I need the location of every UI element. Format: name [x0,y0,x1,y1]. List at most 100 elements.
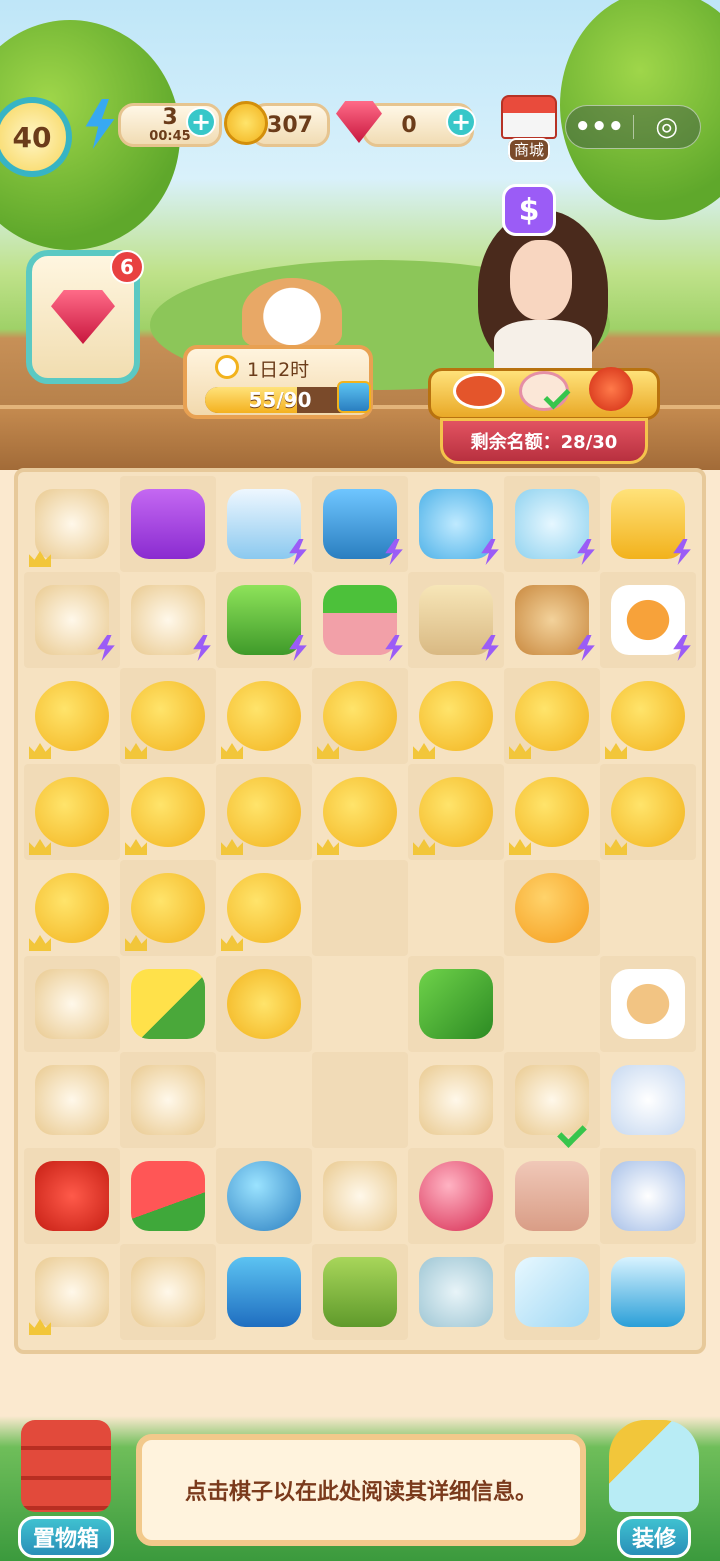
steamed-bun-icon [131,1065,205,1135]
board-cell[interactable] [312,764,408,860]
board-cell[interactable] [504,1052,600,1148]
board-cell[interactable] [120,1244,216,1340]
board-cell[interactable] [408,956,504,1052]
max-level-crown-icon [29,1319,51,1335]
purple-chest-icon [131,489,205,559]
board-cell[interactable] [504,860,600,956]
add-gems-button[interactable]: + [446,107,476,137]
coin-stack-icon [509,777,589,855]
board-cell[interactable] [24,476,120,572]
coin-stack-icon [29,777,109,855]
board-cell[interactable] [24,1244,120,1340]
board-cell[interactable] [216,956,312,1052]
board-cell[interactable] [216,668,312,764]
storage-basket-icon [21,1420,111,1512]
board-cell[interactable] [408,668,504,764]
max-level-crown-icon [413,839,435,855]
energy-bolt-icon [673,635,691,661]
board-cell[interactable] [504,572,600,668]
board-cell[interactable] [120,1148,216,1244]
green-pitcher-icon [323,1257,397,1327]
board-cell[interactable] [312,1052,408,1148]
board-cell[interactable] [600,956,696,1052]
board-cell[interactable] [312,1244,408,1340]
board-cell[interactable] [408,1052,504,1148]
board-cell[interactable] [120,956,216,1052]
energy-bolt-icon [481,539,499,565]
max-level-crown-icon [317,743,339,759]
board-cell[interactable] [216,1148,312,1244]
board-cell[interactable] [216,476,312,572]
energy-bolt-icon [385,635,403,661]
board-cell[interactable] [408,764,504,860]
max-level-crown-icon [29,935,51,951]
board-cell[interactable] [216,1052,312,1148]
board-cell[interactable] [408,572,504,668]
board-cell[interactable] [312,476,408,572]
alarm-clock-icon [215,355,239,379]
board-cell[interactable] [216,764,312,860]
board-cell[interactable] [504,668,600,764]
clay-pot-icon [515,585,595,661]
board-cell[interactable] [24,860,120,956]
order-tray[interactable] [428,367,660,420]
storage-button[interactable]: 置物箱 [8,1420,124,1558]
board-cell[interactable] [600,572,696,668]
blue-orb-icon [227,1161,301,1231]
board-cell[interactable] [312,572,408,668]
board-cell[interactable] [600,860,696,956]
board-cell[interactable] [408,476,504,572]
board-cell[interactable] [120,764,216,860]
board-cell[interactable] [600,1244,696,1340]
coin-stack-icon [125,681,205,759]
board-cell[interactable] [120,1052,216,1148]
close-miniapp-button[interactable]: ◎ [634,112,701,142]
board-cell[interactable] [24,1052,120,1148]
board-cell[interactable] [504,956,600,1052]
board-cell[interactable] [24,764,120,860]
coin-stack-icon [29,873,109,951]
board-cell[interactable] [216,1244,312,1340]
coin-stack-icon [29,681,109,759]
decorate-button[interactable]: 装修 [596,1420,712,1558]
board-cell[interactable] [504,476,600,572]
inventory-count-badge: 6 [110,250,144,284]
cherry-plate-icon [35,585,115,661]
board-cell[interactable] [408,1244,504,1340]
board-cell[interactable] [24,668,120,764]
energy-bolt-icon [577,539,595,565]
store-button[interactable]: 商城 [498,95,560,162]
event-chest-icon [337,381,371,413]
board-cell[interactable] [600,1052,696,1148]
board-cell[interactable] [600,764,696,860]
event-panel[interactable]: 1日2时 55/90 [183,345,373,419]
board-cell[interactable] [24,1148,120,1244]
energy-timer: 00:45 [149,129,191,144]
board-cell[interactable] [312,668,408,764]
board-cell[interactable] [120,476,216,572]
board-cell[interactable] [504,764,600,860]
board-cell[interactable] [312,1148,408,1244]
board-cell[interactable] [600,1148,696,1244]
board-cell[interactable] [504,1148,600,1244]
max-level-crown-icon [509,743,531,759]
board-cell[interactable] [216,572,312,668]
board-cell[interactable] [120,860,216,956]
board-cell[interactable] [600,476,696,572]
board-cell[interactable] [120,668,216,764]
board-cell[interactable] [504,1244,600,1340]
board-cell[interactable] [24,572,120,668]
tomato-basket-icon [131,585,211,661]
board-cell[interactable] [312,956,408,1052]
more-menu-button[interactable]: ••• [566,112,633,142]
coin-stack-icon [221,681,301,759]
board-cell[interactable] [408,1148,504,1244]
customer-payment-bubble[interactable]: $ [502,184,556,236]
board-cell[interactable] [24,956,120,1052]
board-cell[interactable] [120,572,216,668]
board-cell[interactable] [408,860,504,956]
add-energy-button[interactable]: + [186,107,216,137]
board-cell[interactable] [216,860,312,956]
board-cell[interactable] [312,860,408,956]
board-cell[interactable] [600,668,696,764]
